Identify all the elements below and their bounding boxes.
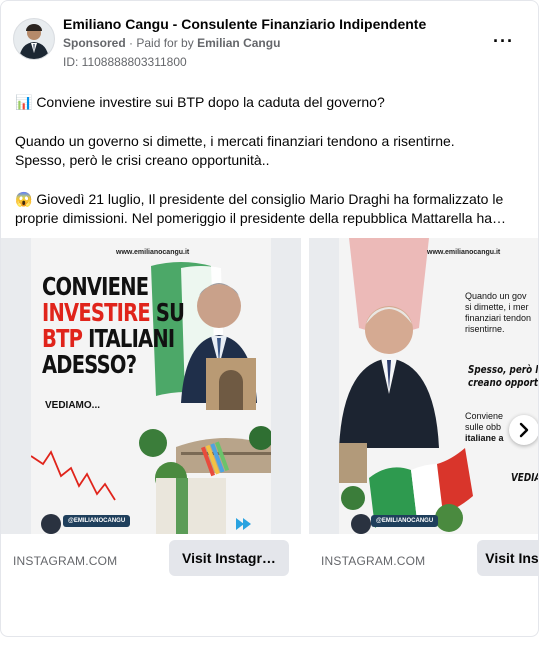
paid-for-prefix: Paid for by xyxy=(136,36,194,50)
carousel-card-1[interactable]: www.emilianocangu.it CONVIENE INVESTIRE … xyxy=(1,238,301,633)
headline-line: INVESTIRE SU xyxy=(42,298,185,327)
poster-text-line: risentirne. xyxy=(465,324,505,334)
more-options-button[interactable]: ··· xyxy=(493,31,514,52)
headline-red-word: BTP xyxy=(42,324,83,353)
headline-word: ITALIANI xyxy=(82,324,175,353)
ad-id: ID: 1108888803311800 xyxy=(63,55,187,69)
post-text-line: proprie dimissioni. Nel pomeriggio il pr… xyxy=(15,210,507,226)
page-name[interactable]: Emiliano Cangu - Consulente Finanziario … xyxy=(63,16,426,32)
carousel-card-footer: INSTAGRAM.COM Visit Ins xyxy=(309,534,538,594)
headline-red-word: INVESTIRE xyxy=(42,298,151,327)
poster-note-line: Conviene xyxy=(465,411,504,421)
headline-line: CONVIENE xyxy=(42,272,149,301)
poster-bold-line: creano opportun xyxy=(468,376,538,389)
link-source: INSTAGRAM.COM xyxy=(13,554,118,568)
ad-carousel: www.emilianocangu.it CONVIENE INVESTIRE … xyxy=(1,238,538,636)
post-text: 📊 Conviene investire sui BTP dopo la cad… xyxy=(15,93,523,229)
poster-1: www.emilianocangu.it CONVIENE INVESTIRE … xyxy=(31,238,271,534)
sponsored-line: Sponsored · Paid for by Emilian Cangu xyxy=(63,36,280,50)
poster-url: www.emilianocangu.it xyxy=(116,249,190,256)
link-source: INSTAGRAM.COM xyxy=(321,554,426,568)
visit-instagram-button[interactable]: Visit Instagr… xyxy=(169,540,289,576)
poster-note-line: sulle obb xyxy=(465,422,502,432)
visit-instagram-button[interactable]: Visit Ins xyxy=(477,540,538,576)
poster-bold-text: Spesso, però le creano opportun xyxy=(468,363,538,389)
avatar-image xyxy=(14,19,54,59)
poster-subtext: VEDIAMO... xyxy=(45,400,101,411)
carousel-next-button[interactable] xyxy=(509,415,538,445)
sponsored-label: Sponsored xyxy=(63,36,126,50)
poster-text-line: si dimette, i mer xyxy=(465,302,529,312)
poster-bold-line: Spesso, però le xyxy=(468,363,538,376)
poster-2: www.emilianocangu.it Quando un gov si di… xyxy=(339,238,538,534)
poster-handle: @EMILIANOCANGU xyxy=(371,515,439,527)
poster-note-line: italiane a xyxy=(465,433,504,443)
poster-text: Quando un gov si dimette, i mer finanzia… xyxy=(465,291,531,335)
chevron-right-icon xyxy=(519,422,529,438)
poster-note: Conviene sulle obb italiane a xyxy=(465,411,504,444)
page-avatar[interactable] xyxy=(13,18,55,60)
poster-url: www.emilianocangu.it xyxy=(427,249,501,256)
carousel-card-footer: INSTAGRAM.COM Visit Instagr… xyxy=(1,534,301,594)
post-text-line: 📊 Conviene investire sui BTP dopo la cad… xyxy=(15,94,385,110)
sponsored-post-card: Emiliano Cangu - Consulente Finanziario … xyxy=(0,0,539,637)
poster-text-line: Quando un gov xyxy=(465,291,527,301)
poster-handle: @EMILIANOCANGU xyxy=(63,515,131,527)
post-text-line: 😱 Giovedì 21 luglio, Il presidente del c… xyxy=(15,190,504,207)
poster-text-line: finanziari tendon xyxy=(465,313,532,323)
poster-vediamo: VEDIAM xyxy=(511,471,538,484)
headline-word: SU xyxy=(149,298,185,327)
post-text-line: Spesso, però le crisi creano opportunità… xyxy=(15,152,270,168)
carousel-image-2[interactable]: www.emilianocangu.it Quando un gov si di… xyxy=(309,238,538,534)
headline-line: BTP ITALIANI xyxy=(42,326,184,352)
headline-line: ADESSO? xyxy=(42,350,137,379)
poster-headline: CONVIENE INVESTIRE SU BTP ITALIANI ADESS… xyxy=(42,272,185,379)
carousel-card-2[interactable]: www.emilianocangu.it Quando un gov si di… xyxy=(309,238,538,633)
post-text-line: Quando un governo si dimette, i mercati … xyxy=(15,132,455,149)
paid-for-name[interactable]: Emilian Cangu xyxy=(197,36,280,50)
carousel-image-1[interactable]: www.emilianocangu.it CONVIENE INVESTIRE … xyxy=(1,238,301,534)
